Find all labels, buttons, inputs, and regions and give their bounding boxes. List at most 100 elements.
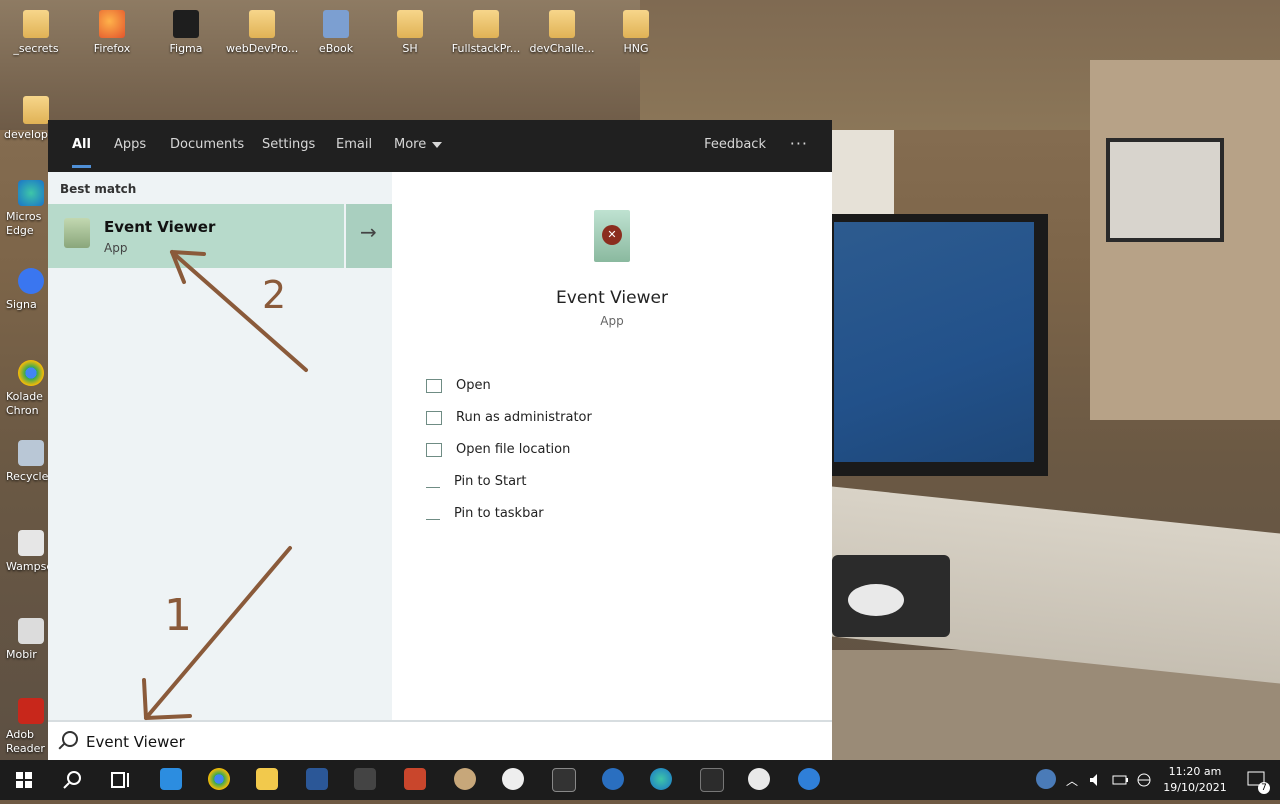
globe-network-icon[interactable] (1136, 772, 1152, 788)
desktop-icon-label: _secrets (13, 42, 59, 55)
search-icon (62, 731, 78, 747)
search-input[interactable] (86, 728, 806, 756)
taskbar-app-paint[interactable] (444, 760, 484, 800)
action-pin-to-taskbar[interactable]: Pin to taskbar (426, 502, 544, 526)
tab-apps[interactable]: Apps (114, 120, 146, 172)
desktop-icon-mobirise[interactable]: Mobir (0, 618, 54, 662)
battery-icon[interactable] (1112, 773, 1130, 787)
clock-time: 11:20 am (1168, 765, 1222, 778)
taskbar-app-powershell[interactable] (690, 760, 730, 800)
desktop-icon-hng[interactable]: HNG (600, 0, 672, 55)
paint-icon (454, 768, 476, 790)
app-icon (798, 768, 820, 790)
desktop-icon-fullstackpr[interactable]: FullstackPr... (450, 0, 522, 55)
desktop-icon-label: Recycle (6, 470, 49, 483)
taskbar-app-file-explorer[interactable] (246, 760, 286, 800)
desktop-icon-devchalle[interactable]: devChalle... (526, 0, 598, 55)
desktop-icon-label: eBook (318, 42, 354, 55)
taskbar-app-word[interactable] (296, 760, 336, 800)
show-hidden-icons-button[interactable]: ︿ (1066, 772, 1078, 789)
best-match-subtitle: App (104, 241, 128, 255)
taskbar-app-edge[interactable] (640, 760, 680, 800)
signal-icon (18, 268, 44, 294)
feedback-button[interactable]: Feedback (704, 120, 766, 170)
action-label: Open (456, 378, 491, 393)
notification-icon (1247, 771, 1265, 786)
wallpaper-mouse (848, 584, 904, 616)
desktop-icon-secrets[interactable]: _secrets (0, 0, 72, 55)
action-pin-to-start[interactable]: Pin to Start (426, 470, 526, 494)
more-options-button[interactable]: ··· (790, 120, 808, 168)
taskbar-app-obs[interactable] (492, 760, 532, 800)
desktop-icon-wampserver[interactable]: Wampse (0, 530, 54, 574)
action-label: Pin to taskbar (454, 506, 544, 521)
desktop-icon-edge[interactable]: Micros Edge (0, 180, 54, 238)
taskbar-app-other[interactable] (788, 760, 828, 800)
desktop-icon-signal[interactable]: Signa (0, 268, 54, 312)
start-button[interactable] (4, 760, 44, 800)
desktop-icon-sh[interactable]: SH (374, 0, 446, 55)
detail-subtitle: App (600, 314, 624, 328)
desktop-icon-webdevpro[interactable]: webDevPro... (226, 0, 298, 55)
desktop-icon-label: devChalle... (529, 42, 595, 55)
desktop-icon-chrome[interactable]: Kolade Chron (0, 360, 54, 418)
taskbar-app-powerpoint[interactable] (394, 760, 434, 800)
firefox-icon (99, 10, 125, 38)
pin-icon (426, 475, 440, 488)
desktop-icon-recycle-bin[interactable]: Recycle (0, 440, 54, 484)
desktop-icon-adobe-reader[interactable]: Adob Reader (0, 698, 54, 756)
event-viewer-icon (64, 218, 90, 248)
mobirise-icon (18, 618, 44, 644)
desktop-icon-firefox[interactable]: Firefox (76, 0, 148, 55)
desktop-icon-ebook[interactable]: eBook (300, 0, 372, 55)
folder-icon (549, 10, 575, 38)
volume-icon[interactable] (1088, 772, 1104, 788)
windows-start-icon (16, 772, 32, 788)
chrome-icon (208, 768, 230, 790)
word-icon (306, 768, 328, 790)
action-open-file-location[interactable]: Open file location (426, 438, 570, 462)
obs-icon (502, 768, 524, 790)
tab-more-label: More (394, 137, 427, 152)
tab-settings[interactable]: Settings (262, 120, 315, 172)
tray-help-button[interactable] (1028, 760, 1068, 800)
help-icon (1036, 769, 1056, 789)
open-icon (426, 378, 442, 393)
desktop-icon-figma[interactable]: Figma (150, 0, 222, 55)
search-box[interactable] (48, 720, 832, 762)
tab-email[interactable]: Email (336, 120, 372, 172)
best-match-heading: Best match (60, 182, 137, 196)
taskbar-app-chrome[interactable] (198, 760, 238, 800)
action-run-as-administrator[interactable]: Run as administrator (426, 406, 592, 430)
taskbar-app-vscode[interactable] (150, 760, 190, 800)
notification-count-badge: 7 (1258, 782, 1270, 794)
notification-center-button[interactable]: 7 (1236, 760, 1276, 800)
taskbar-app-calculator[interactable] (344, 760, 384, 800)
tab-all[interactable]: All (72, 120, 91, 172)
taskbar-app-unknown[interactable] (592, 760, 632, 800)
taskbar: ︿ 11:20 am 19/10/2021 7 (0, 760, 1280, 800)
search-filter-bar: All Apps Documents Settings Email More F… (48, 120, 832, 172)
tab-more[interactable]: More (394, 120, 443, 172)
wallpaper-poster (832, 130, 894, 220)
powershell-icon (700, 768, 724, 792)
taskbar-app-terminal[interactable] (542, 760, 582, 800)
chrome-icon (18, 360, 44, 386)
best-match-result[interactable]: Event Viewer App (48, 204, 392, 268)
clock[interactable]: 11:20 am 19/10/2021 (1160, 764, 1230, 796)
taskbar-app-slack[interactable] (738, 760, 778, 800)
folder-icon (397, 10, 423, 38)
action-open[interactable]: Open (426, 374, 491, 398)
taskbar-search-button[interactable] (52, 760, 92, 800)
task-view-button[interactable] (100, 760, 140, 800)
best-match-expand-button[interactable]: → (344, 204, 394, 268)
file-explorer-icon (256, 768, 278, 790)
pin-icon (426, 507, 440, 520)
desktop-icon-label: webDevPro... (226, 42, 299, 55)
action-label: Pin to Start (454, 474, 527, 489)
folder-icon (473, 10, 499, 38)
adobe-reader-icon (18, 698, 44, 724)
desktop-icon-label: Figma (169, 42, 203, 55)
tab-documents[interactable]: Documents (170, 120, 244, 172)
desktop-icon-label: SH (402, 42, 418, 55)
